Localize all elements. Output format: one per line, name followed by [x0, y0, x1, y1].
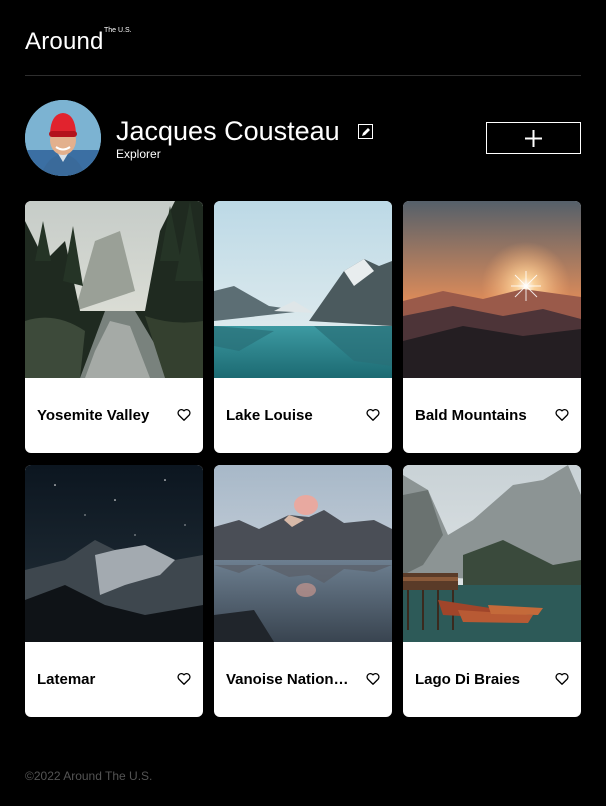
heart-icon[interactable] [177, 408, 191, 422]
river-forest-photo[interactable] [25, 201, 203, 378]
heart-icon[interactable] [177, 672, 191, 686]
places-grid: Yosemite Valley Lake Louise Bald Mountai… [25, 201, 581, 717]
heart-icon[interactable] [366, 408, 380, 422]
sunset-mountains-photo[interactable] [403, 201, 581, 378]
night-mountain-photo[interactable] [25, 465, 203, 642]
edit-profile-button[interactable] [358, 124, 373, 139]
profile-name: Jacques Cousteau [116, 116, 340, 146]
place-card: Latemar [25, 465, 203, 717]
place-card: Lake Louise [214, 201, 392, 453]
footer-copyright: ©2022 Around The U.S. [25, 769, 153, 783]
place-title: Bald Mountains [415, 407, 527, 424]
site-header: Around The U.S. [25, 0, 581, 76]
lake-boats-photo[interactable] [403, 465, 581, 642]
add-place-button[interactable] [486, 122, 581, 154]
place-card: Lago Di Braies [403, 465, 581, 717]
avatar[interactable] [25, 100, 101, 176]
profile-role: Explorer [116, 147, 161, 161]
place-title: Lago Di Braies [415, 671, 521, 688]
alpine-lake-reflection-photo[interactable] [214, 465, 392, 642]
place-card: Yosemite Valley [25, 201, 203, 453]
place-card: Bald Mountains [403, 201, 581, 453]
place-card: Vanoise National Park [214, 465, 392, 717]
edit-icon [362, 128, 370, 136]
mountain-lake-photo[interactable] [214, 201, 392, 378]
place-title: Latemar [37, 671, 96, 688]
logo-superscript: The U.S. [104, 27, 132, 34]
place-title: Vanoise National Park [226, 671, 352, 688]
place-title: Yosemite Valley [37, 407, 150, 424]
heart-icon[interactable] [555, 672, 569, 686]
profile: Jacques Cousteau Explorer [25, 100, 581, 176]
heart-icon[interactable] [366, 672, 380, 686]
place-title: Lake Louise [226, 407, 313, 424]
logo: Around [25, 28, 104, 55]
heart-icon[interactable] [555, 408, 569, 422]
plus-icon [525, 130, 542, 147]
